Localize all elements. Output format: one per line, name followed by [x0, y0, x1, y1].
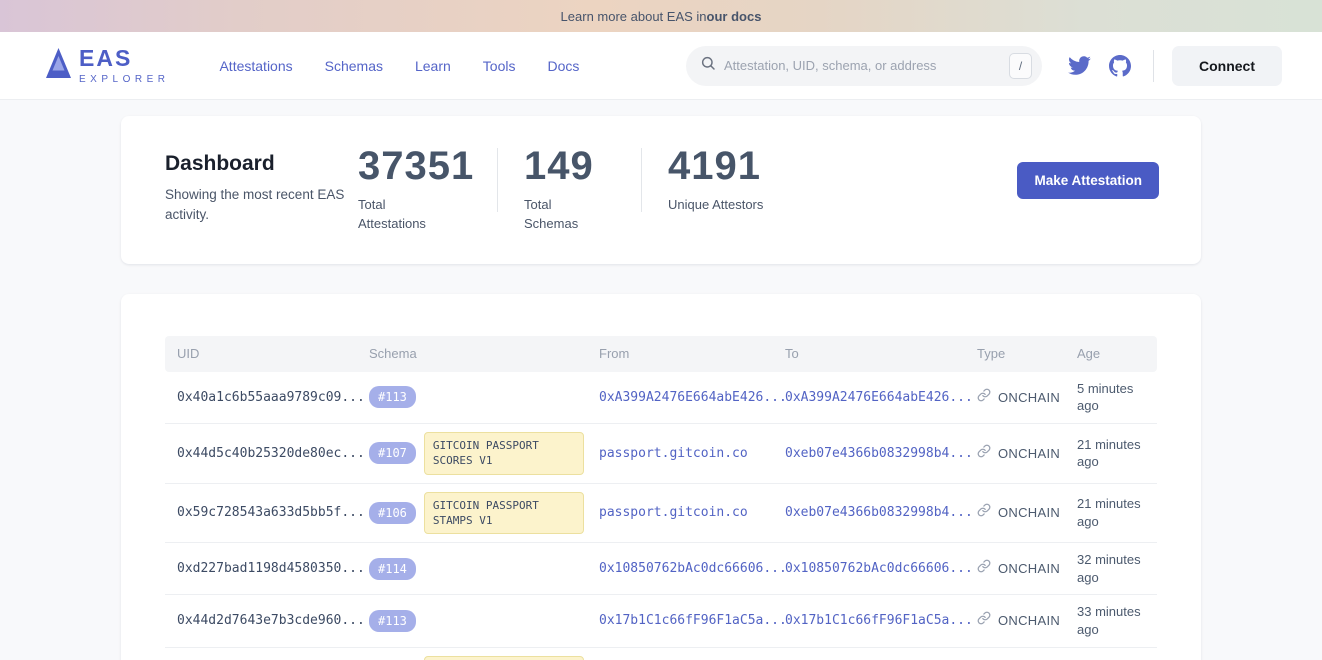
header: EAS EXPLORER Attestations Schemas Learn …	[0, 32, 1322, 100]
table-row[interactable]: 0x40a1c6b55aaa9789c09... #113 0xA399A247…	[165, 372, 1157, 424]
stat-value: 4191	[668, 146, 808, 186]
attestation-age: 5 minutes ago	[1065, 380, 1157, 415]
eas-triangle-icon	[45, 47, 72, 84]
search-bar[interactable]: /	[686, 46, 1042, 86]
stat-total-schemas: 149 Total Schemas	[524, 146, 641, 234]
stat-unique-attestors: 4191 Unique Attestors	[668, 146, 808, 215]
logo-subtitle: EXPLORER	[79, 75, 169, 85]
search-shortcut-key: /	[1009, 53, 1032, 79]
attestation-age: 32 minutes ago	[1065, 551, 1157, 586]
stat-label: Total Attestations	[358, 196, 440, 234]
attestation-type: ONCHAIN	[998, 613, 1060, 628]
attestation-type: ONCHAIN	[998, 390, 1060, 405]
page-title: Dashboard	[165, 152, 358, 176]
nav-tools[interactable]: Tools	[483, 58, 516, 74]
page-subtitle: Showing the most recent EAS activity.	[165, 185, 345, 224]
stat-divider	[497, 148, 498, 212]
to-address-link[interactable]: 0x17b1C1c66fF96F1aC5a...	[773, 613, 965, 628]
col-to: To	[773, 346, 965, 361]
banner-docs-link[interactable]: our docs	[707, 9, 762, 24]
chain-link-icon	[977, 559, 991, 578]
table-header: UID Schema From To Type Age	[165, 336, 1157, 372]
attestation-age: 21 minutes ago	[1065, 495, 1157, 530]
stats-row: 37351 Total Attestations 149 Total Schem…	[358, 146, 808, 234]
uid-link[interactable]: 0x40a1c6b55aaa9789c09...	[165, 390, 357, 405]
main-nav: Attestations Schemas Learn Tools Docs	[219, 58, 579, 74]
nav-learn[interactable]: Learn	[415, 58, 451, 74]
uid-link[interactable]: 0x44d5c40b25320de80ec...	[165, 446, 357, 461]
stat-total-attestations: 37351 Total Attestations	[358, 146, 497, 234]
attestation-age: 33 minutes ago	[1065, 603, 1157, 638]
from-address-link[interactable]: 0xA399A2476E664abE426...	[587, 390, 773, 405]
docs-banner: Learn more about EAS in our docs	[0, 0, 1322, 32]
from-address-link[interactable]: 0x10850762bAc0dc66606...	[587, 561, 773, 576]
attestation-age: 21 minutes ago	[1065, 436, 1157, 471]
uid-link[interactable]: 0x59c728543a633d5bb5f...	[165, 505, 357, 520]
make-attestation-button[interactable]: Make Attestation	[1017, 162, 1159, 199]
eas-logo[interactable]: EAS EXPLORER	[45, 47, 169, 85]
col-age: Age	[1065, 346, 1157, 361]
schema-id-badge[interactable]: #113	[369, 610, 416, 632]
stat-divider	[641, 148, 642, 212]
schema-id-badge[interactable]: #106	[369, 502, 416, 524]
uid-link[interactable]: 0x44d2d7643e7b3cde960...	[165, 613, 357, 628]
nav-docs[interactable]: Docs	[547, 58, 579, 74]
to-address-link[interactable]: 0xA399A2476E664abE426...	[773, 390, 965, 405]
from-address-link[interactable]: passport.gitcoin.co	[587, 505, 773, 520]
from-address-link[interactable]: passport.gitcoin.co	[587, 446, 773, 461]
attestation-type: ONCHAIN	[998, 446, 1060, 461]
table-row[interactable]: 0x59c728543a633d5bb5f... #106 GITCOIN PA…	[165, 484, 1157, 544]
dashboard-card: Dashboard Showing the most recent EAS ac…	[121, 116, 1201, 264]
chain-link-icon	[977, 611, 991, 630]
logo-title: EAS	[79, 47, 169, 70]
nav-attestations[interactable]: Attestations	[219, 58, 292, 74]
schema-id-badge[interactable]: #107	[369, 442, 416, 464]
attestation-type: ONCHAIN	[998, 505, 1060, 520]
table-row[interactable]: 0xcfc68a268e8ec9260a8... #107 GITCOIN PA…	[165, 648, 1157, 660]
header-divider	[1153, 50, 1154, 82]
stat-value: 37351	[358, 146, 497, 186]
to-address-link[interactable]: 0xeb07e4366b0832998b4...	[773, 446, 965, 461]
twitter-icon[interactable]	[1068, 56, 1091, 75]
col-schema: Schema	[357, 346, 587, 361]
schema-name-badge[interactable]: GITCOIN PASSPORT STAMPS V1	[424, 492, 584, 535]
table-row[interactable]: 0x44d5c40b25320de80ec... #107 GITCOIN PA…	[165, 424, 1157, 484]
schema-name-badge[interactable]: GITCOIN PASSPORT SCORES V1	[424, 432, 584, 475]
chain-link-icon	[977, 503, 991, 522]
schema-id-badge[interactable]: #113	[369, 386, 416, 408]
search-input[interactable]	[724, 58, 1009, 73]
from-address-link[interactable]: 0x17b1C1c66fF96F1aC5a...	[587, 613, 773, 628]
attestations-table: UID Schema From To Type Age 0x40a1c6b55a…	[165, 336, 1157, 660]
schema-id-badge[interactable]: #114	[369, 558, 416, 580]
stat-value: 149	[524, 146, 641, 186]
col-type: Type	[965, 346, 1065, 361]
attestations-table-card: UID Schema From To Type Age 0x40a1c6b55a…	[121, 294, 1201, 660]
main-content: Dashboard Showing the most recent EAS ac…	[0, 100, 1322, 660]
schema-name-badge[interactable]: GITCOIN PASSPORT SCORES V1	[424, 656, 584, 660]
to-address-link[interactable]: 0xeb07e4366b0832998b4...	[773, 505, 965, 520]
attestation-type: ONCHAIN	[998, 561, 1060, 576]
nav-schemas[interactable]: Schemas	[325, 58, 383, 74]
connect-wallet-button[interactable]: Connect	[1172, 46, 1282, 86]
banner-text: Learn more about EAS in	[561, 9, 707, 24]
chain-link-icon	[977, 388, 991, 407]
chain-link-icon	[977, 444, 991, 463]
col-uid: UID	[165, 346, 357, 361]
stat-label: Unique Attestors	[668, 196, 788, 215]
uid-link[interactable]: 0xd227bad1198d4580350...	[165, 561, 357, 576]
table-row[interactable]: 0x44d2d7643e7b3cde960... #113 0x17b1C1c6…	[165, 595, 1157, 647]
table-row[interactable]: 0xd227bad1198d4580350... #114 0x10850762…	[165, 543, 1157, 595]
stat-label: Total Schemas	[524, 196, 586, 234]
col-from: From	[587, 346, 773, 361]
to-address-link[interactable]: 0x10850762bAc0dc66606...	[773, 561, 965, 576]
github-icon[interactable]	[1109, 55, 1131, 77]
search-icon	[700, 55, 716, 76]
